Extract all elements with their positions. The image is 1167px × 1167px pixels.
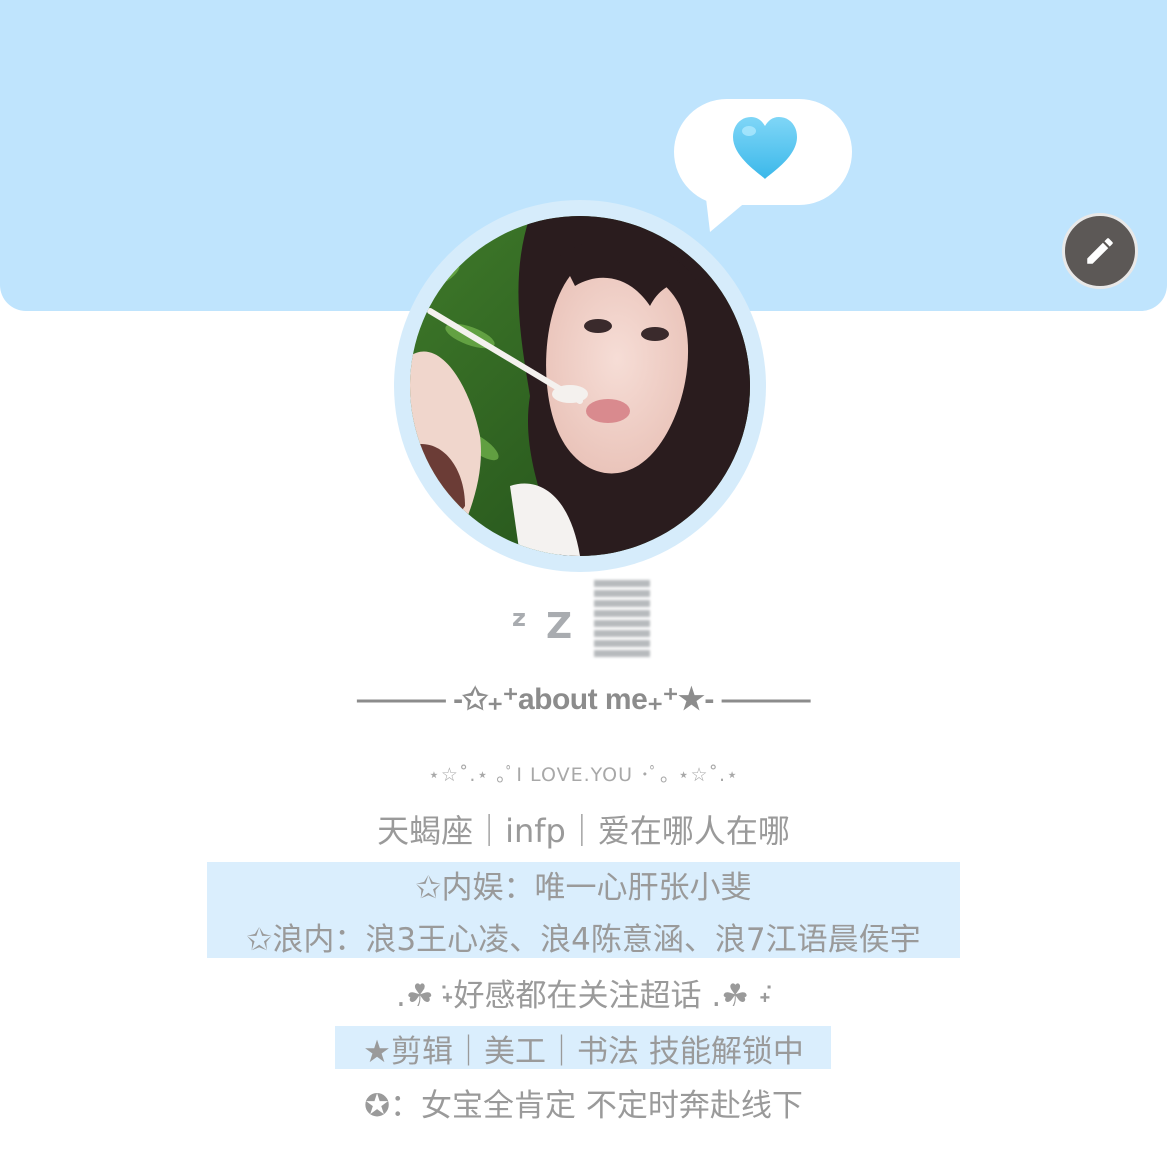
pencil-icon [1087, 238, 1113, 264]
edit-profile-button[interactable] [1062, 213, 1138, 289]
bio-line-3: ✩浪内：浪3王心凌、浪4陈意涵、浪7江语晨侯宇 [246, 922, 921, 958]
profile-photo [410, 216, 750, 556]
blue-heart-icon [733, 117, 797, 179]
status-bubble-tail [705, 190, 760, 232]
username-redacted [594, 580, 650, 658]
bio-decoration: ⋆☆˚.⋆ ｡ﾟI LOVE.YOU ･ﾟ｡ ⋆☆˚.⋆ [428, 764, 739, 786]
avatar[interactable] [410, 216, 750, 556]
bio-line-5: ★剪辑｜美工｜书法 技能解锁中 [363, 1034, 804, 1070]
bio-line-4: .☘︎ ݁˖好感都在关注超话 .☘︎ ݁˖ [396, 978, 771, 1014]
bio-line-6: ✪：女宝全肯定 不定时奔赴线下 [364, 1088, 803, 1124]
username-z-small: z [512, 604, 526, 632]
bio-line-1: 天蝎座｜infp｜爱在哪人在哪 [377, 812, 790, 850]
username-z-large: Z [546, 606, 573, 647]
username: z Z [510, 578, 660, 662]
about-me-title: ——— -✩₊⁺about me₊⁺★- ——— [356, 683, 811, 716]
bio-line-2: ✩内娱：唯一心肝张小斐 [415, 870, 752, 906]
